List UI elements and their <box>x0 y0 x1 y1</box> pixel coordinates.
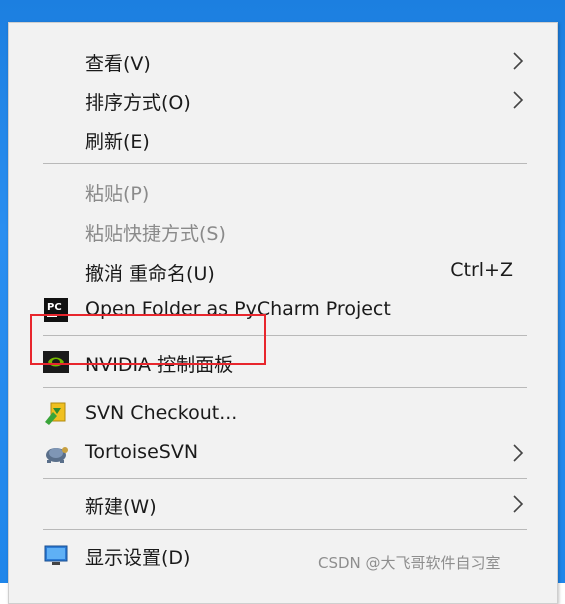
chevron-right-icon <box>513 495 524 513</box>
menu-item-label: 撤消 重命名(U) <box>85 263 215 285</box>
menu-separator <box>43 163 527 164</box>
menu-item-tortoisesvn[interactable]: TortoiseSVN <box>9 433 557 473</box>
menu-item-shortcut: Ctrl+Z <box>450 259 513 281</box>
menu-item-paste[interactable]: 粘贴(P) <box>9 171 557 211</box>
svg-text:PC: PC <box>47 302 62 313</box>
menu-item-sort[interactable]: 排序方式(O) <box>9 80 557 120</box>
chevron-right-icon <box>513 91 524 109</box>
menu-separator <box>43 387 527 388</box>
menu-item-label: 粘贴(P) <box>85 183 150 205</box>
menu-item-new[interactable]: 新建(W) <box>9 484 557 524</box>
chevron-right-icon <box>513 444 524 462</box>
chevron-right-icon <box>513 52 524 70</box>
context-menu: 查看(V) 排序方式(O) 刷新(E) 粘贴(P) 粘贴快捷方式(S) 撤消 重… <box>8 22 558 604</box>
menu-item-refresh[interactable]: 刷新(E) <box>9 119 557 159</box>
nvidia-highlight-box <box>30 314 266 365</box>
menu-item-label: 刷新(E) <box>85 131 150 153</box>
menu-item-label: SVN Checkout... <box>85 402 238 424</box>
menu-separator <box>43 478 527 479</box>
watermark: CSDN @大飞哥软件自习室 <box>318 554 501 572</box>
svn-checkout-icon <box>45 402 66 425</box>
menu-item-label: 排序方式(O) <box>85 92 191 114</box>
menu-item-label: TortoiseSVN <box>85 441 199 463</box>
tortoisesvn-icon <box>46 447 68 463</box>
menu-item-undo-rename[interactable]: 撤消 重命名(U) Ctrl+Z <box>9 251 557 291</box>
menu-item-label: 粘贴快捷方式(S) <box>85 223 226 245</box>
menu-item-label: 新建(W) <box>85 496 157 518</box>
display-icon <box>44 545 68 565</box>
menu-separator <box>43 529 527 530</box>
menu-item-view[interactable]: 查看(V) <box>9 41 557 81</box>
menu-item-label: 查看(V) <box>85 53 151 75</box>
menu-item-paste-shortcut[interactable]: 粘贴快捷方式(S) <box>9 211 557 251</box>
menu-item-label: 显示设置(D) <box>85 547 191 569</box>
menu-item-svn-checkout[interactable]: SVN Checkout... <box>9 394 557 434</box>
